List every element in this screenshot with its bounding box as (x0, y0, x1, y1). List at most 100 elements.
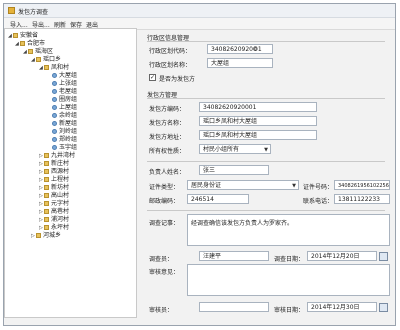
tree-node-label: 合肥市 (27, 40, 46, 47)
tree-node-group[interactable]: 老屋组 (52, 88, 77, 96)
ownership-select[interactable]: 村民小组所有 ▼ (199, 144, 271, 154)
admin-code-suffix-field[interactable]: 01 (251, 44, 273, 54)
tree-node-label: 安徽省 (20, 32, 39, 39)
tree-node-group[interactable]: 圈房组 (52, 96, 77, 104)
tree-node-group[interactable]: 大屋组 (52, 72, 77, 80)
id-type-select[interactable]: 居民身份证 ▼ (187, 180, 299, 190)
tree-node-label: 玉宇组 (59, 144, 78, 151)
is-contractor-checkbox[interactable]: ✓ (149, 74, 156, 81)
reviewer-label: 审核员： (149, 307, 174, 314)
tree-node-group[interactable]: 上屋组 (52, 104, 77, 112)
tree-node-county[interactable]: ◢ 瑶海区 (23, 48, 53, 56)
review-date-label: 审核日期： (274, 307, 305, 314)
review-opinion-label: 审核意见： (149, 269, 180, 276)
surveyor-field[interactable]: 汪建平 (199, 251, 269, 261)
tree-node-label: 大屋组 (59, 72, 78, 79)
person-name-field[interactable]: 张三 (199, 165, 269, 175)
tree-node-group[interactable]: 余岭组 (52, 112, 77, 120)
tree-node-village[interactable]: ▷ 永坪村 (39, 224, 69, 232)
tree-node-label: 河城乡 (43, 232, 62, 239)
person-name-label: 负责人姓名： (149, 169, 186, 176)
calendar-icon[interactable] (379, 252, 388, 261)
phone-field[interactable]: 13811122233 (334, 194, 390, 204)
tree-node-label: 余岭组 (59, 112, 78, 119)
group-icon (52, 113, 57, 118)
review-date-field[interactable]: 2014年12月30日 (307, 302, 377, 312)
admin-name-label: 行政区划名称： (149, 62, 192, 69)
survey-record-label: 调查记事： (149, 220, 180, 227)
tree-node-label: 郑岭组 (59, 136, 78, 143)
tree-node-label: 上张组 (59, 80, 78, 87)
tree-node-village[interactable]: ▷ 九井湾村 (39, 152, 75, 160)
tree-node-label: 圈房组 (59, 96, 78, 103)
tree-node-village[interactable]: ▷ 浦河村 (39, 216, 69, 224)
is-contractor-label: 是否为发包方 (159, 76, 196, 83)
folder-icon (28, 49, 33, 54)
tree-node-label: 高山村 (51, 192, 70, 199)
folder-icon (44, 209, 49, 214)
chevron-down-icon: ▼ (292, 183, 296, 189)
review-opinion-textarea[interactable] (187, 264, 390, 296)
contractor-code-label: 发包方编码： (149, 106, 186, 113)
contractor-code-field[interactable]: 34082620920001 (199, 102, 317, 112)
folder-icon (44, 153, 49, 158)
window-title: 发包方调查 (18, 9, 49, 16)
tree-node-village[interactable]: ◢ 凤和村 (39, 64, 69, 72)
tree-node-village[interactable]: ▷ 高山村 (39, 192, 69, 200)
ownership-value: 村民小组所有 (203, 146, 240, 153)
tree-node-city[interactable]: ◢ 合肥市 (15, 40, 45, 48)
contractor-name-field[interactable]: 瑶口乡凤和村大屋组 (199, 116, 317, 126)
group-icon (52, 145, 57, 150)
group-icon (52, 129, 57, 134)
folder-icon (44, 161, 49, 166)
group-icon (52, 81, 57, 86)
tree-node-village[interactable]: ▷ 新庄村 (39, 160, 69, 168)
app-icon (8, 7, 15, 14)
divider (147, 98, 385, 99)
tree-node-village[interactable]: ▷ 高巷村 (39, 208, 69, 216)
tree-node-group[interactable]: 上张组 (52, 80, 77, 88)
tree-node-label: 老屋组 (59, 88, 78, 95)
tree-node-group[interactable]: 新屋组 (52, 120, 77, 128)
tree-node-label: 刘岭组 (59, 128, 78, 135)
tree-node-label: 上屋组 (59, 104, 78, 111)
tree-node-label: 浦河村 (51, 216, 70, 223)
phone-label: 联系电话： (303, 198, 334, 205)
tree-node-group[interactable]: 刘岭组 (52, 128, 77, 136)
admin-name-field[interactable]: 大屋组 (207, 58, 273, 68)
id-number-field[interactable]: 340826195610225678 (334, 180, 390, 190)
id-type-label: 证件类型： (149, 184, 180, 191)
survey-record-textarea[interactable]: 经调查确信该发包方负责人为罗家齐。 (187, 214, 390, 246)
group-icon (52, 105, 57, 110)
folder-icon (44, 201, 49, 206)
chevron-down-icon: ▼ (264, 147, 268, 153)
ownership-label: 所有权性质： (149, 148, 186, 155)
folder-icon (44, 217, 49, 222)
folder-icon (36, 57, 41, 62)
group-icon (52, 97, 57, 102)
tree-node-village[interactable]: ▷ 新坊村 (39, 184, 69, 192)
reviewer-field[interactable] (199, 302, 269, 312)
tree-node-village[interactable]: ▷ 西源村 (39, 168, 69, 176)
group-icon (52, 89, 57, 94)
tree-node-root[interactable]: ◢ 安徽省 (8, 32, 38, 40)
admin-code-label: 行政区划代码： (149, 48, 192, 55)
contractor-address-field[interactable]: 瑶口乡凤和村大屋组 (199, 130, 317, 140)
survey-date-field[interactable]: 2014年12月20日 (307, 251, 377, 261)
tree-node-village[interactable]: ▷ 上程村 (39, 176, 69, 184)
tree-node-group[interactable]: 郑岭组 (52, 136, 77, 144)
tree-node-label: 九井湾村 (51, 152, 76, 159)
divider (147, 161, 385, 162)
folder-icon (36, 233, 41, 238)
region-tree: ◢ 安徽省 ◢ 合肥市 ◢ 瑶海区 ◢ 瑶口乡 ◢ 凤和村 大屋组 上张组 老屋组 圈房组… (4, 28, 137, 318)
tree-node-town[interactable]: ▷ 河城乡 (31, 232, 61, 240)
folder-icon (44, 65, 49, 70)
tree-node-group[interactable]: 玉宇组 (52, 144, 77, 152)
tree-node-label: 上程村 (51, 176, 70, 183)
tree-node-label: 新屋组 (59, 120, 78, 127)
calendar-icon[interactable] (379, 303, 388, 312)
postcode-field[interactable]: 246514 (187, 194, 249, 204)
tree-node-village[interactable]: ▷ 元字村 (39, 200, 69, 208)
tree-node-town[interactable]: ◢ 瑶口乡 (31, 56, 61, 64)
detail-form: 行政区信息管理 行政区划代码： 340826209200 01 行政区划名称： … (141, 28, 391, 321)
